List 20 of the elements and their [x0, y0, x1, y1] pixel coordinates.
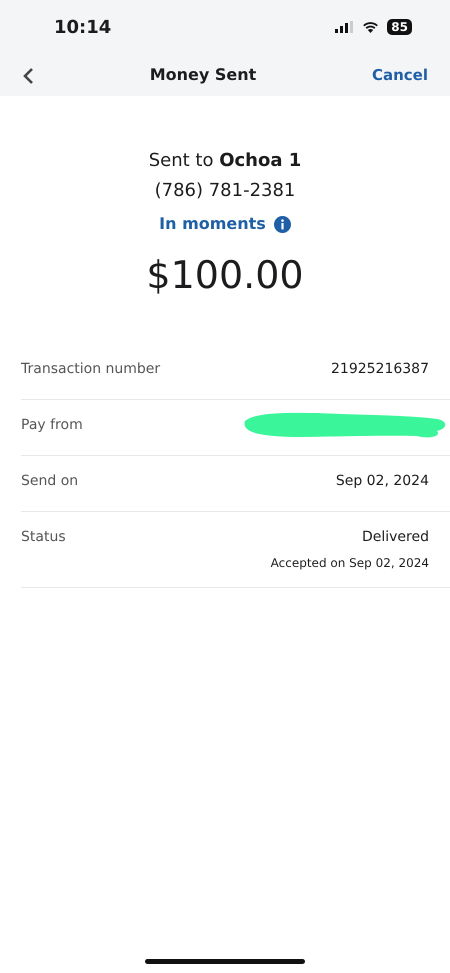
cancel-button[interactable]: Cancel	[372, 64, 428, 86]
amount: $100.00	[146, 253, 304, 297]
recipient-phone: (786) 781-2381	[154, 180, 296, 201]
signal-icon	[335, 21, 354, 33]
detail-label: Transaction number	[21, 360, 160, 379]
chevron-left-icon	[22, 66, 34, 85]
page-title: Money Sent	[150, 64, 256, 86]
detail-value: 21925216387	[331, 360, 429, 379]
status-time: 10:14	[54, 16, 112, 40]
detail-label: Send on	[21, 472, 78, 491]
detail-value: Sep 02, 2024	[336, 472, 429, 491]
detail-note: Accepted on Sep 02, 2024	[270, 555, 429, 572]
detail-label: Pay from	[21, 416, 83, 435]
battery-level: 85	[387, 19, 412, 35]
delivery-timing: In moments	[159, 213, 266, 235]
wifi-icon	[362, 21, 380, 33]
detail-label: Status	[21, 528, 66, 547]
info-icon[interactable]	[274, 216, 291, 232]
recipient-text: Sent to Ochoa 1	[148, 150, 302, 171]
detail-value: Delivered	[362, 528, 429, 547]
